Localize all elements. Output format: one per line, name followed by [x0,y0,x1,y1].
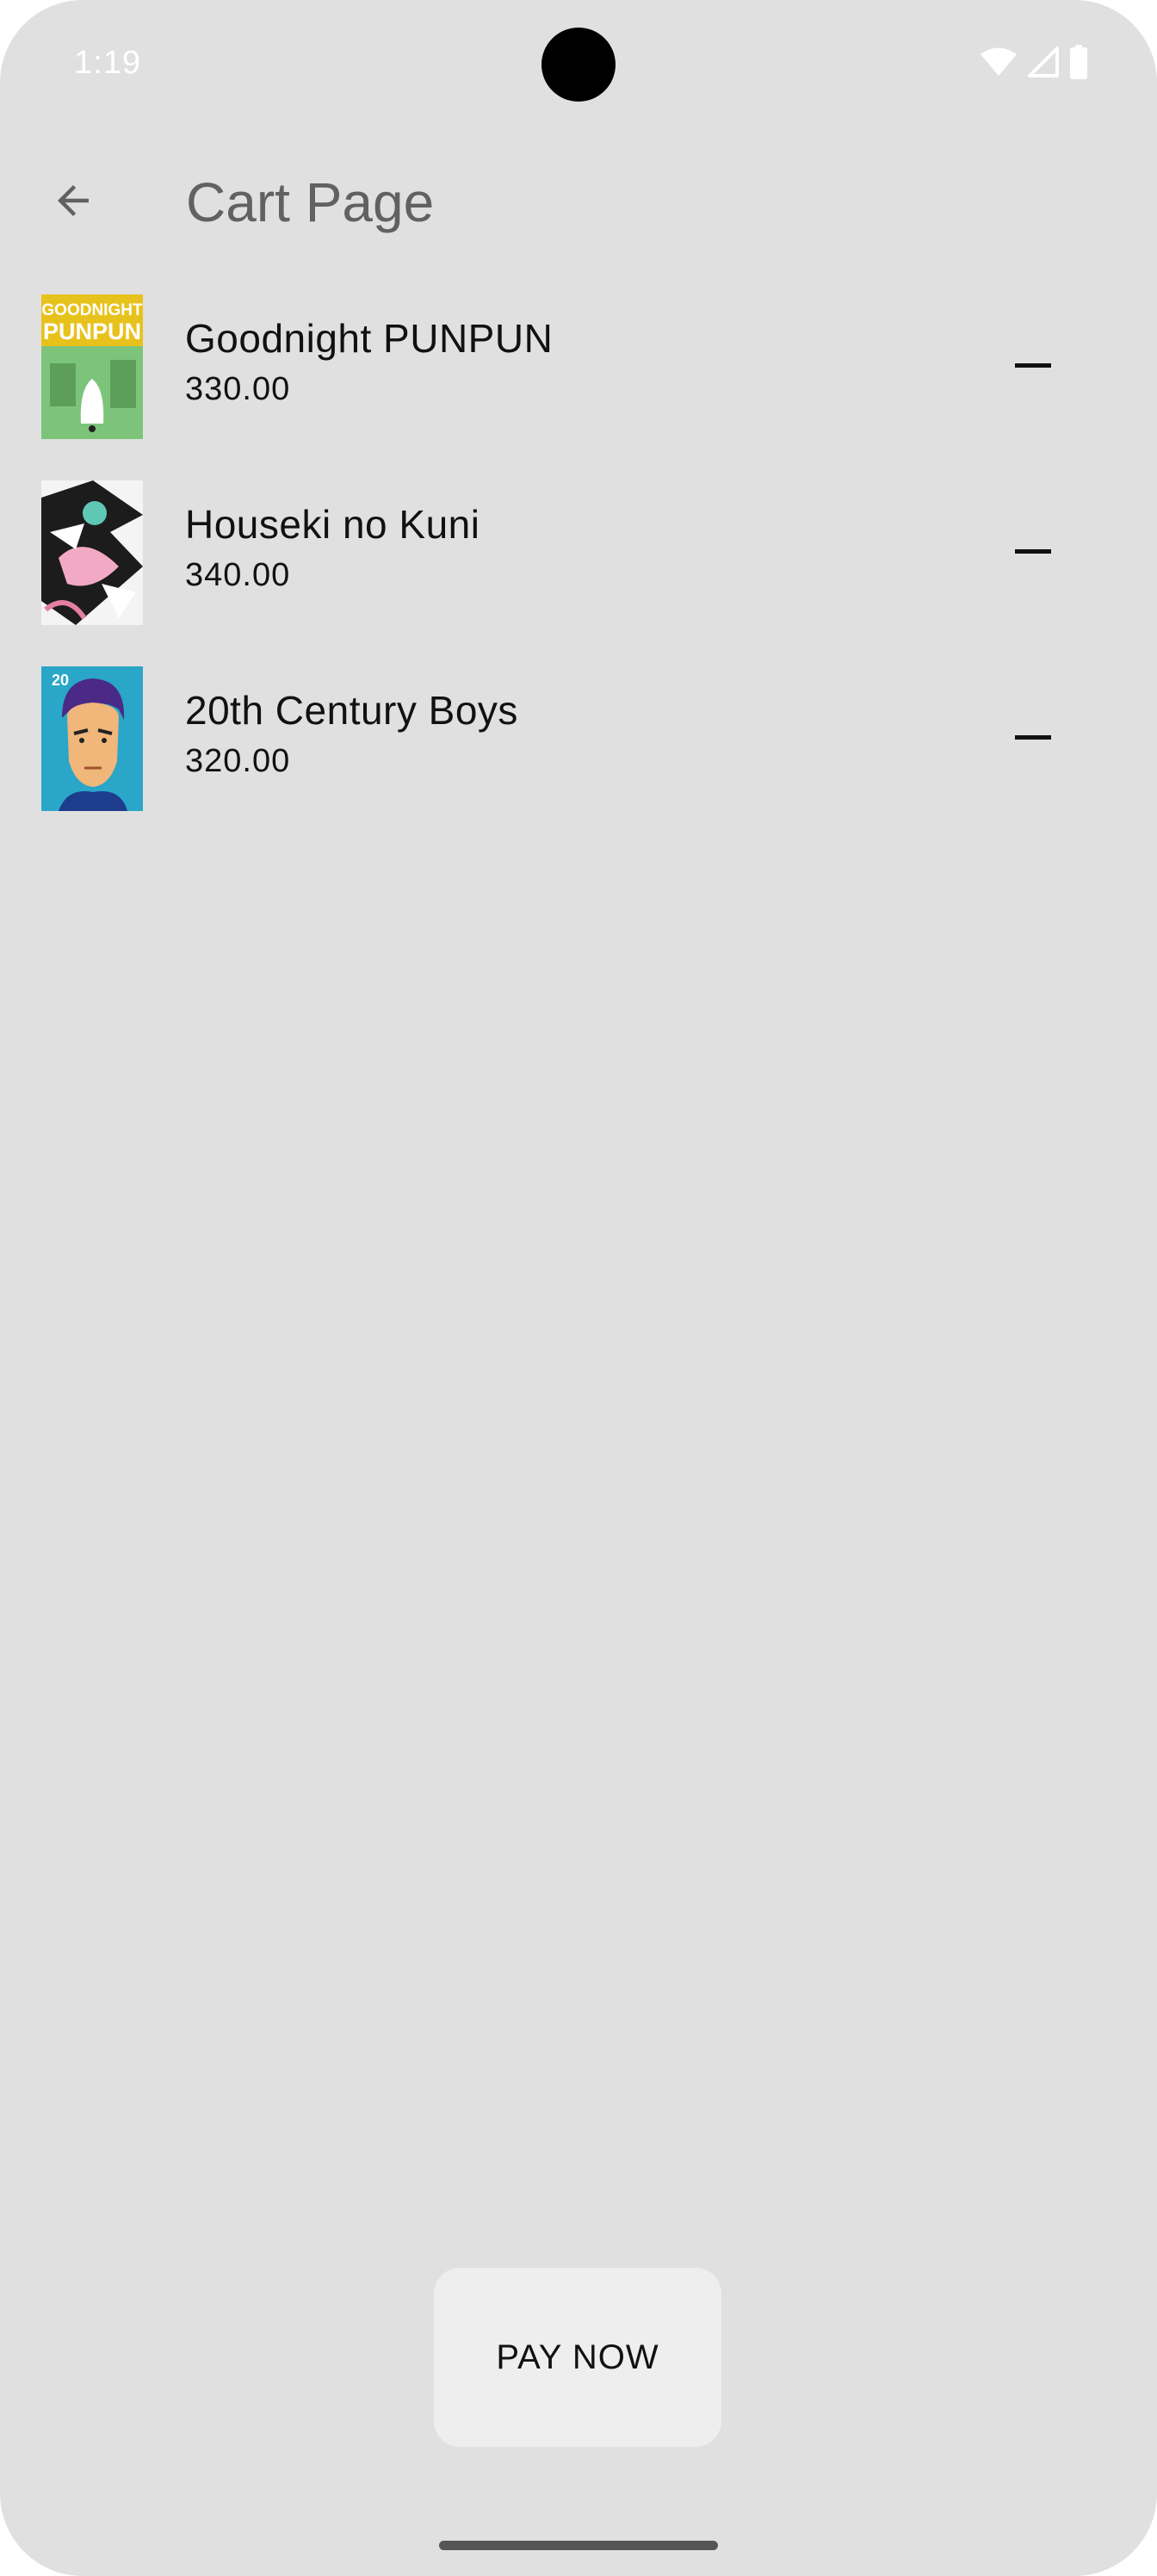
item-text: 20th Century Boys 320.00 [185,687,518,780]
svg-text:20: 20 [52,672,69,689]
camera-cutout [541,28,616,102]
status-bar: 1:19 [0,0,1157,129]
home-indicator[interactable] [439,2541,718,2550]
cart-list: GOODNIGHT PUNPUN Goodnight PUNPUN 330.00 [0,289,1157,847]
pay-now-button[interactable]: PAY NOW [434,2268,721,2447]
app-bar: Cart Page [0,146,1157,258]
cart-item: GOODNIGHT PUNPUN Goodnight PUNPUN 330.00 [0,289,1157,475]
item-text: Goodnight PUNPUN 330.00 [185,315,553,408]
svg-text:PUNPUN: PUNPUN [43,319,141,344]
remove-item-button[interactable] [999,517,1067,585]
book-cover-image: 20 [41,666,143,811]
item-text: Houseki no Kuni 340.00 [185,501,480,594]
back-button[interactable] [36,165,110,239]
book-cover-image [41,480,143,625]
arrow-back-icon [50,177,96,228]
cellular-signal-icon [1028,46,1059,82]
phone-screen: 1:19 Cart Page GOODNIGHT PUNPUN Goodnigh… [0,0,1157,2576]
book-cover-image: GOODNIGHT PUNPUN [41,294,143,439]
remove-icon [1015,734,1051,740]
svg-text:GOODNIGHT: GOODNIGHT [41,301,143,319]
item-title: Houseki no Kuni [185,502,480,547]
page-title: Cart Page [186,171,435,233]
wifi-icon [980,46,1018,82]
item-price: 320.00 [185,743,291,779]
cart-item: 20 20th Century Boys 320.00 [0,661,1157,847]
item-title: Goodnight PUNPUN [185,316,554,361]
cart-item: Houseki no Kuni 340.00 [0,475,1157,661]
item-title: 20th Century Boys [185,688,518,733]
remove-item-button[interactable] [999,331,1067,399]
item-price: 340.00 [185,557,291,593]
item-price: 330.00 [185,371,291,407]
remove-item-button[interactable] [999,703,1067,771]
status-icons [980,44,1088,84]
remove-icon [1015,548,1051,554]
remove-icon [1015,362,1051,368]
battery-icon [1069,44,1088,84]
status-time: 1:19 [74,45,141,81]
